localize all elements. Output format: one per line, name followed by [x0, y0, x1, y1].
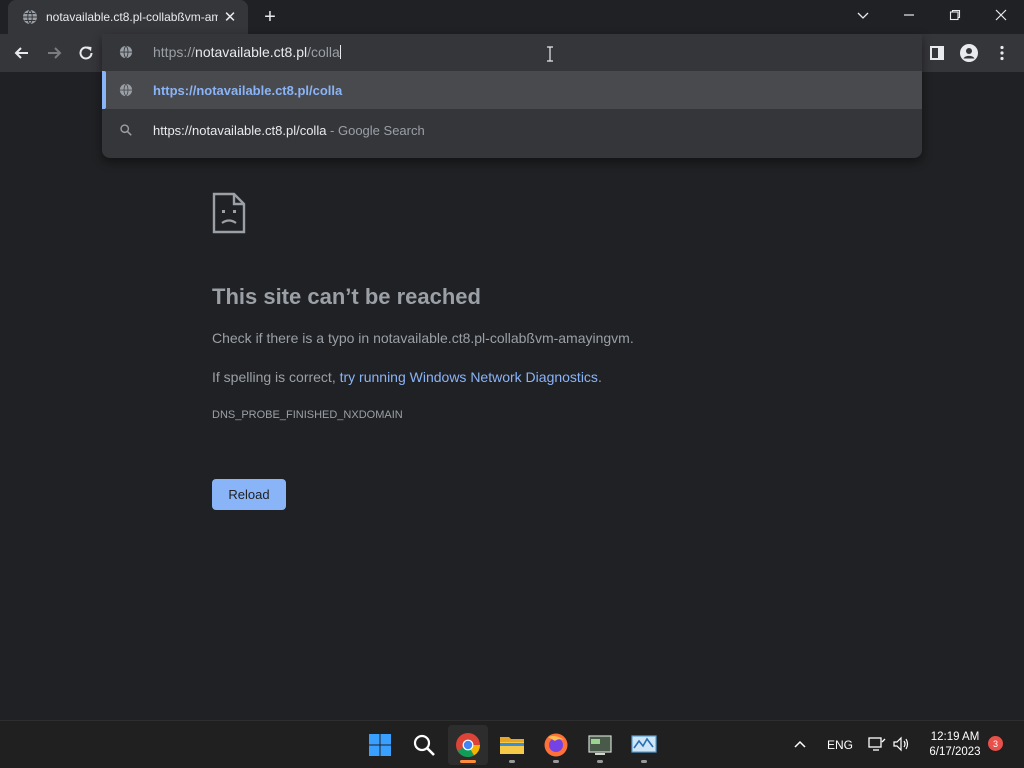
diagnostics-link[interactable]: try running Windows Network Diagnostics [340, 369, 598, 385]
globe-icon [23, 9, 37, 25]
restore-icon [949, 9, 961, 21]
search-icon [413, 734, 435, 756]
taskbar-firefox[interactable] [536, 725, 576, 765]
omnibox-dropdown: https://notavailable.ct8.pl/colla https:… [102, 34, 922, 158]
taskbar-search-button[interactable] [404, 725, 444, 765]
monitor-chart-icon [631, 735, 657, 753]
reload-icon [79, 46, 93, 60]
profile-button[interactable] [955, 39, 983, 67]
spelling-suffix: . [597, 369, 602, 385]
url-scheme: https:// [153, 44, 196, 60]
taskbar: ENG 12:19 AM 6/17/2023 [0, 720, 1024, 768]
profile-icon [960, 44, 978, 62]
url-path: /colla [307, 44, 340, 60]
typo-hint: Check if there is a typo in notavailable… [212, 330, 634, 346]
taskbar-file-explorer[interactable] [492, 725, 532, 765]
active-indicator [460, 760, 476, 763]
windows-icon [369, 734, 391, 756]
firefox-icon [544, 733, 568, 757]
side-panel-icon [930, 46, 944, 60]
running-indicator [509, 760, 515, 763]
arrow-left-icon [14, 47, 28, 59]
language-indicator[interactable]: ENG [827, 738, 853, 752]
back-button[interactable] [8, 39, 36, 67]
taskbar-chrome[interactable] [448, 725, 488, 765]
close-window-button[interactable] [978, 0, 1024, 30]
network-icon[interactable] [868, 736, 886, 752]
suggestion-search[interactable]: https://notavailable.ct8.pl/colla - Goog… [102, 111, 922, 149]
spelling-prefix: If spelling is correct, [212, 369, 340, 385]
restore-button[interactable] [932, 0, 978, 30]
notification-badge[interactable]: 3 [988, 736, 1003, 751]
suggestion-url-text: https://notavailable.ct8.pl/colla [153, 83, 343, 98]
forward-button[interactable] [40, 39, 68, 67]
start-button[interactable] [360, 725, 400, 765]
running-indicator [597, 760, 603, 763]
browser-tab[interactable]: notavailable.ct8.pl-collabßvm-am ✕ [8, 0, 248, 34]
error-code: DNS_PROBE_FINISHED_NXDOMAIN [212, 409, 403, 421]
globe-icon [119, 83, 133, 97]
text-cursor-icon [547, 46, 553, 62]
volume-icon[interactable] [892, 736, 910, 752]
side-panel-button[interactable] [923, 39, 951, 67]
search-icon [120, 124, 132, 136]
taskbar-monitor-app[interactable] [624, 725, 664, 765]
folder-icon [500, 737, 524, 754]
reload-toolbar-button[interactable] [72, 39, 100, 67]
spelling-hint: If spelling is correct, try running Wind… [212, 369, 602, 385]
error-title: This site can’t be reached [212, 284, 481, 309]
globe-icon [119, 45, 133, 59]
suggestion-url[interactable]: https://notavailable.ct8.pl/colla [102, 71, 922, 109]
chevron-down-icon [857, 12, 869, 19]
tab-strip: notavailable.ct8.pl-collabßvm-am ✕ + [0, 0, 1024, 34]
url-host: notavailable.ct8.pl [195, 44, 308, 60]
chrome-icon [456, 733, 480, 758]
arrow-right-icon [48, 47, 62, 59]
sad-page-icon [212, 192, 246, 234]
running-indicator [641, 760, 647, 763]
address-bar[interactable]: https://notavailable.ct8.pl/colla [102, 34, 922, 70]
text-caret [339, 45, 341, 59]
clock-time: 12:19 AM [930, 731, 980, 743]
address-input[interactable]: https://notavailable.ct8.pl/colla [153, 44, 341, 60]
taskbar-app-window[interactable] [580, 725, 620, 765]
more-vert-icon [1000, 45, 1004, 61]
minimize-button[interactable] [886, 0, 932, 30]
app-window-icon [588, 735, 612, 755]
clock-date: 6/17/2023 [929, 746, 981, 758]
reload-button[interactable]: Reload [212, 479, 286, 510]
running-indicator [553, 760, 559, 763]
menu-button[interactable] [988, 39, 1016, 67]
suggestion-search-suffix: - Google Search [326, 123, 425, 138]
close-icon[interactable]: ✕ [222, 9, 238, 26]
tab-title: notavailable.ct8.pl-collabßvm-am [46, 10, 218, 24]
suggestion-search-text: https://notavailable.ct8.pl/colla [153, 123, 327, 138]
close-icon [995, 9, 1007, 21]
clock[interactable]: 12:19 AM 6/17/2023 [918, 730, 992, 760]
chevron-up-icon[interactable] [794, 739, 806, 749]
minimize-icon [904, 14, 914, 16]
tab-search-button[interactable] [840, 0, 886, 30]
new-tab-button[interactable]: + [258, 6, 282, 28]
